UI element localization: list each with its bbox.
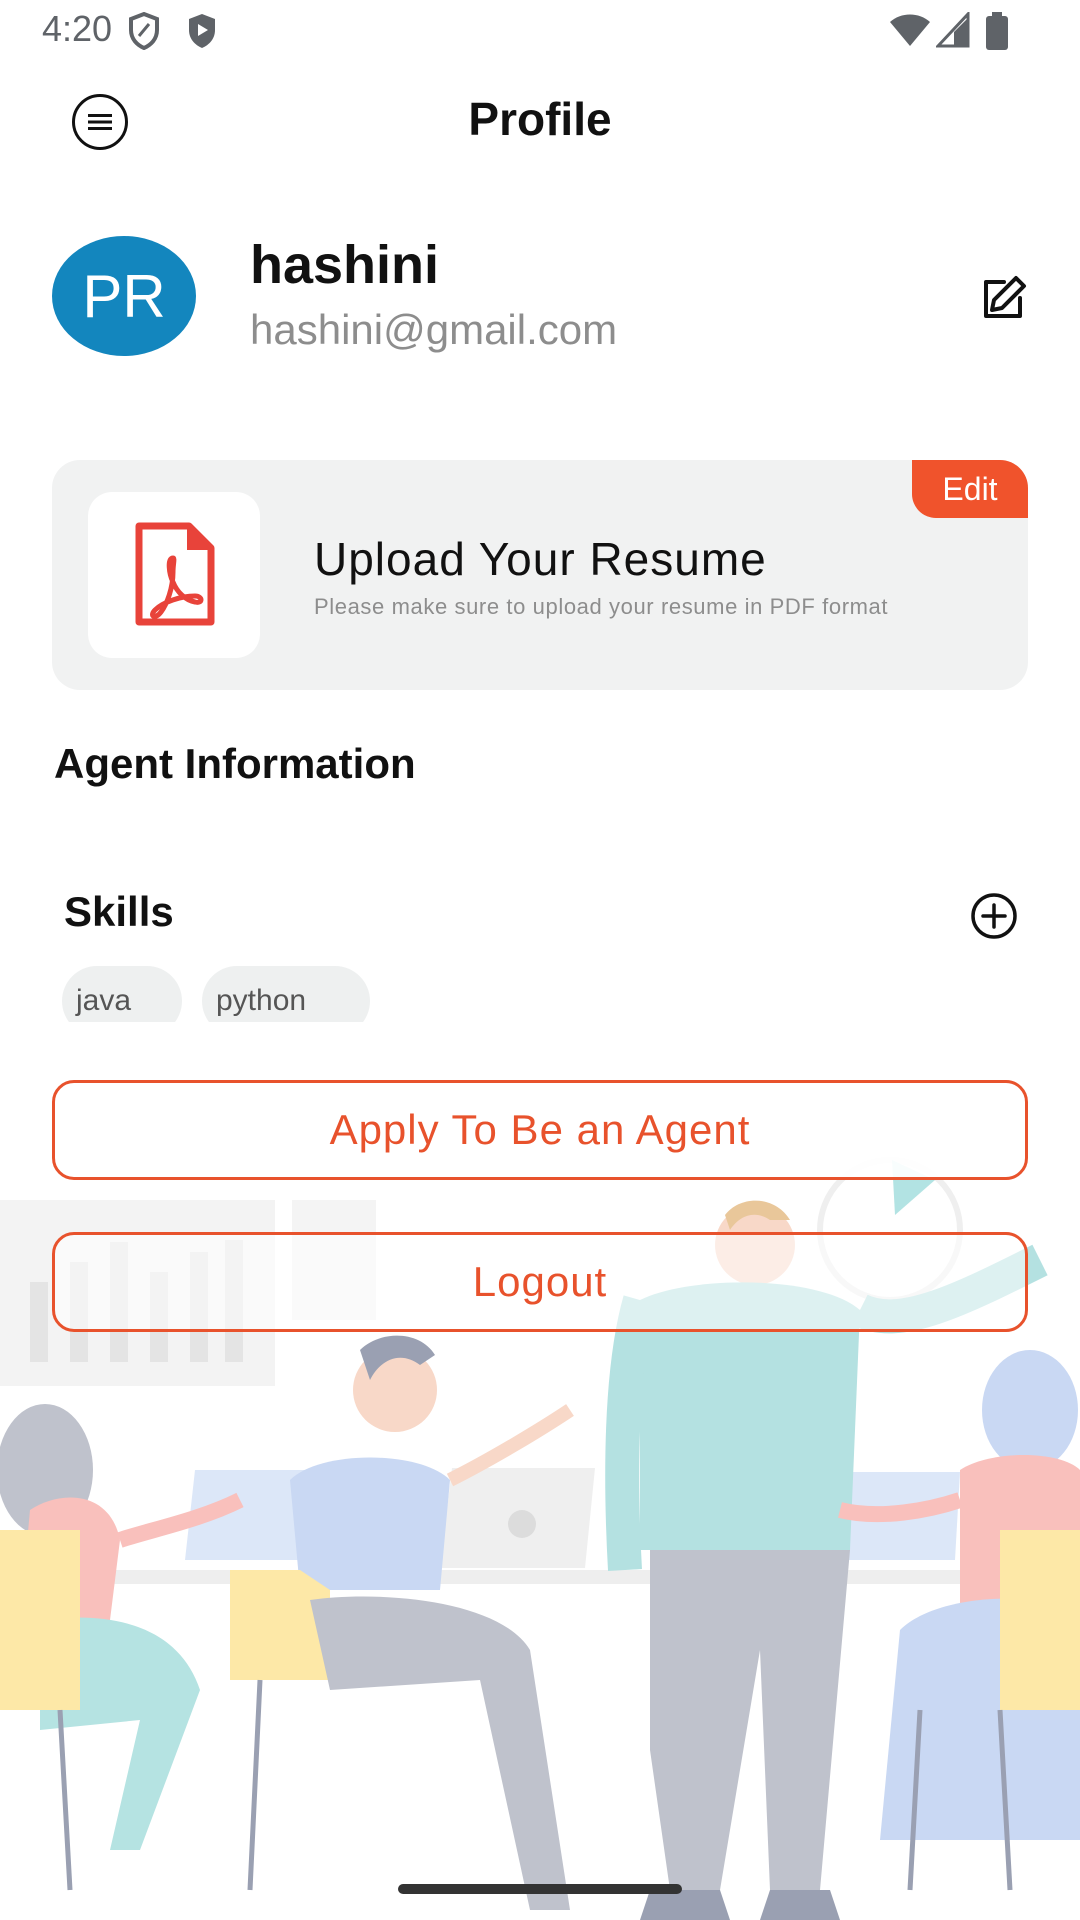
user-email: hashini@gmail.com	[250, 306, 618, 353]
shield-filled-icon	[189, 14, 215, 48]
skills-list: java python	[62, 966, 962, 1022]
resume-title: Upload Your Resume	[314, 533, 767, 585]
agent-information-title: Agent Information	[54, 740, 416, 787]
gesture-bar[interactable]	[398, 1884, 682, 1894]
wifi-icon	[890, 14, 930, 46]
resume-upload-card[interactable]: Upload Your Resume Please make sure to u…	[52, 460, 1028, 690]
status-bar: 4:20	[0, 0, 1080, 62]
add-circle-icon	[971, 893, 1017, 939]
logout-button[interactable]: Logout	[52, 1232, 1028, 1332]
shield-outline-icon	[129, 12, 159, 50]
resume-thumbnail	[88, 492, 260, 658]
app-bar: Profile	[0, 62, 1080, 182]
edit-icon	[984, 276, 1026, 318]
profile-header: PR hashini hashini@gmail.com	[0, 230, 1080, 360]
pdf-file-icon	[135, 522, 215, 626]
skill-chip[interactable]: python	[202, 966, 370, 1022]
edit-profile-button[interactable]	[978, 274, 1028, 324]
user-name: hashini	[250, 235, 440, 295]
skill-chip[interactable]: java	[62, 966, 182, 1022]
skills-title: Skills	[64, 888, 174, 935]
battery-icon	[986, 12, 1008, 50]
add-skill-button[interactable]	[970, 892, 1018, 940]
resume-subtitle: Please make sure to upload your resume i…	[314, 594, 889, 619]
resume-edit-button[interactable]: Edit	[912, 460, 1028, 518]
status-time: 4:20	[42, 8, 113, 49]
apply-agent-button[interactable]: Apply To Be an Agent	[52, 1080, 1028, 1180]
signal-icon	[936, 12, 970, 48]
page-title: Profile	[468, 93, 612, 145]
avatar: PR	[52, 236, 196, 356]
